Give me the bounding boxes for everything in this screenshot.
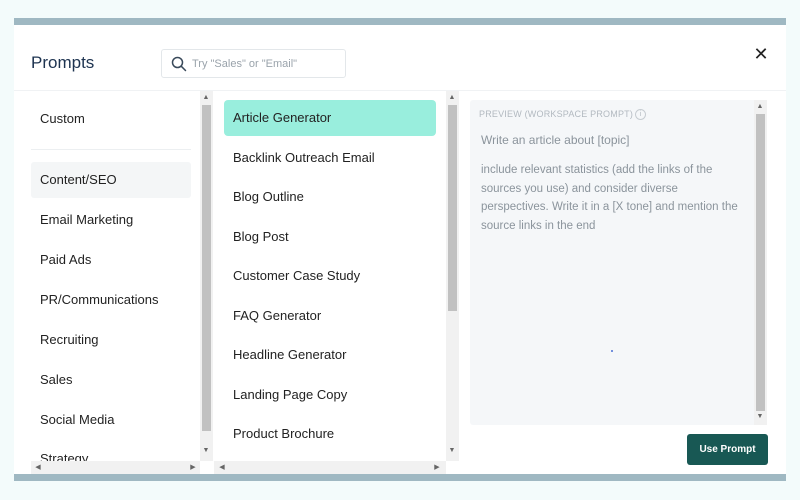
- preview-prompt-body: include relevant statistics (add the lin…: [481, 164, 738, 232]
- preview-label: PREVIEW (WORKSPACE PROMPT): [479, 109, 634, 119]
- category-hscrollbar[interactable]: ◀ ▶: [31, 461, 200, 474]
- preview-scrollbar[interactable]: ▲ ▼: [754, 100, 767, 425]
- prompt-item-blog-post[interactable]: Blog Post: [224, 219, 436, 255]
- use-prompt-button[interactable]: Use Prompt: [687, 434, 768, 465]
- category-item-sales[interactable]: Sales: [31, 362, 191, 398]
- prompt-scrollbar[interactable]: ▲ ▼: [446, 91, 459, 461]
- scroll-up-arrow-icon[interactable]: ▲: [201, 94, 211, 102]
- search-input[interactable]: [192, 55, 342, 73]
- scroll-up-arrow-icon[interactable]: ▲: [755, 103, 765, 111]
- prompt-scroll-thumb[interactable]: [448, 105, 457, 311]
- category-item-strategy[interactable]: Strategy: [31, 441, 191, 461]
- category-item-email-marketing[interactable]: Email Marketing: [31, 202, 191, 238]
- category-item-custom[interactable]: Custom: [31, 101, 191, 137]
- category-item-social-media[interactable]: Social Media: [31, 402, 191, 438]
- preview-prompt-first-line: Write an article about [topic]: [481, 133, 630, 147]
- scroll-down-arrow-icon[interactable]: ▼: [755, 413, 765, 421]
- category-item-content-seo[interactable]: Content/SEO: [31, 162, 191, 198]
- scroll-down-arrow-icon[interactable]: ▼: [447, 447, 457, 455]
- prompts-modal: Prompts ✕ Custom Content/SEO Email Marke…: [14, 25, 786, 474]
- category-item-recruiting[interactable]: Recruiting: [31, 322, 191, 358]
- info-icon[interactable]: i: [635, 109, 646, 120]
- prompt-preview-panel: PREVIEW (WORKSPACE PROMPT) i Write an ar…: [470, 100, 767, 425]
- scroll-left-arrow-icon[interactable]: ◀: [33, 464, 43, 472]
- category-item-paid-ads[interactable]: Paid Ads: [31, 242, 191, 278]
- scroll-down-arrow-icon[interactable]: ▼: [201, 447, 211, 455]
- scroll-right-arrow-icon[interactable]: ▶: [188, 464, 198, 472]
- prompt-item-blog-outline[interactable]: Blog Outline: [224, 179, 436, 215]
- prompt-item-product-brochure[interactable]: Product Brochure: [224, 416, 436, 452]
- category-scrollbar[interactable]: ▲ ▼: [200, 91, 213, 461]
- scroll-right-arrow-icon[interactable]: ▶: [432, 464, 442, 472]
- category-scroll-thumb[interactable]: [202, 105, 211, 431]
- prompt-list: Article Generator Backlink Outreach Emai…: [214, 91, 446, 461]
- search-icon: [171, 56, 187, 72]
- top-stripe: [14, 18, 786, 25]
- prompt-item-landing-page-copy[interactable]: Landing Page Copy: [224, 377, 436, 413]
- category-item-pr-communications[interactable]: PR/Communications: [31, 282, 191, 318]
- loading-dot: [611, 350, 613, 352]
- category-divider: [31, 149, 191, 150]
- close-icon[interactable]: ✕: [752, 45, 770, 63]
- prompt-item-customer-case-study[interactable]: Customer Case Study: [224, 258, 436, 294]
- prompt-hscrollbar[interactable]: ◀ ▶: [214, 461, 446, 474]
- scroll-left-arrow-icon[interactable]: ◀: [217, 464, 227, 472]
- prompt-item-faq-generator[interactable]: FAQ Generator: [224, 298, 436, 334]
- preview-scroll-thumb[interactable]: [756, 114, 765, 411]
- category-list: Custom Content/SEO Email Marketing Paid …: [14, 91, 200, 461]
- prompt-item-backlink-outreach-email[interactable]: Backlink Outreach Email: [224, 140, 436, 176]
- scroll-up-arrow-icon[interactable]: ▲: [447, 94, 457, 102]
- prompt-item-headline-generator[interactable]: Headline Generator: [224, 337, 436, 373]
- prompt-item-article-generator[interactable]: Article Generator: [224, 100, 436, 136]
- modal-title: Prompts: [31, 53, 95, 72]
- search-box[interactable]: [161, 49, 346, 78]
- bottom-stripe: [14, 474, 786, 481]
